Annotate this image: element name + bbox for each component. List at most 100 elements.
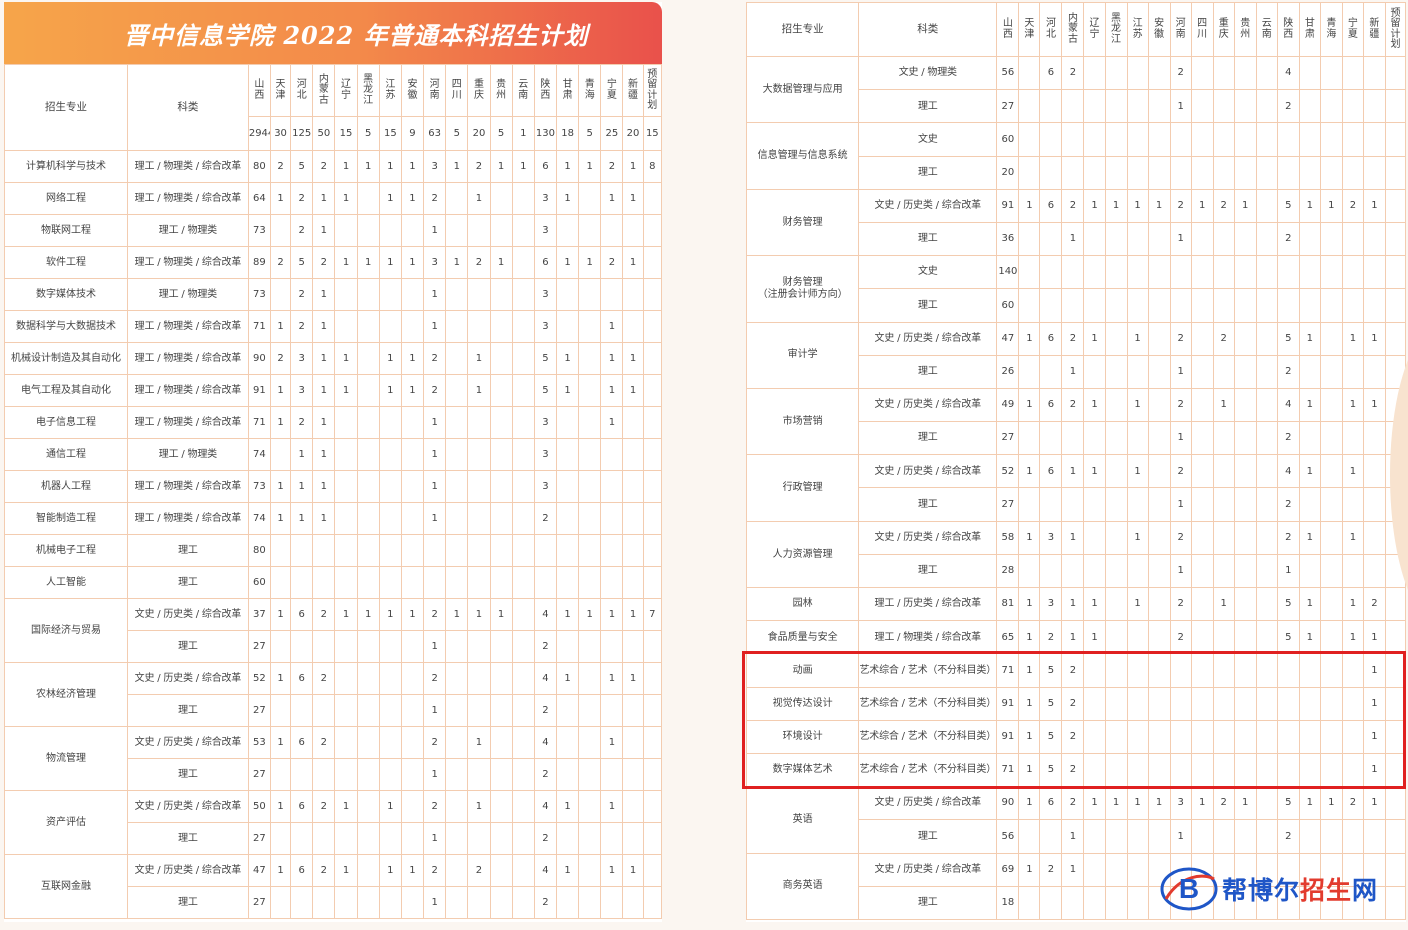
quota-cell: 73 (247, 278, 271, 311)
quota-cell (489, 406, 513, 439)
quota-cell (445, 470, 469, 503)
header-province: 江苏 (378, 64, 402, 117)
quota-cell: 73 (247, 214, 271, 247)
quota-cell: 4 (533, 662, 558, 695)
quota-cell (555, 502, 580, 535)
quota-cell: 2 (290, 182, 314, 215)
quota-cell (1212, 454, 1235, 489)
header-province: 重庆 (1212, 2, 1235, 57)
quota-cell: 49 (996, 387, 1020, 423)
quota-cell (489, 342, 513, 375)
quota-cell: 1 (1061, 354, 1085, 389)
quota-cell: 4 (1276, 454, 1300, 489)
quota-cell (334, 662, 358, 695)
quota-cell (1083, 819, 1106, 854)
header-row: 招生专业 科类 山西 天津 河北 内蒙古 辽宁 黑龙江 江苏 安徽 河南 四川 重庆 贵州 云南 陕西 甘肃 青海… (745, 2, 1407, 57)
quota-cell: 64 (247, 182, 271, 215)
quota-cell (1255, 221, 1278, 257)
quota-cell: 71 (996, 653, 1020, 688)
quota-cell (1104, 221, 1128, 257)
quota-cell (1169, 752, 1192, 788)
quota-cell (600, 822, 624, 855)
table-row: 资产评估 文史 / 历史类 / 综合改革 50 1 6 2 1 1 2 1 4 1 1 (4, 790, 663, 855)
quota-cell: 1 (1169, 487, 1192, 522)
category-cell: 文史 (858, 122, 998, 157)
major-name: 财务管理 （注册会计师方向） (745, 255, 860, 323)
quota-cell: 2 (1061, 188, 1085, 223)
quota-cell: 1 (1083, 586, 1106, 622)
quota-cell (334, 310, 358, 343)
total-cell: 15 (378, 116, 402, 151)
quota-cell (555, 886, 580, 919)
quota-cell (378, 726, 402, 759)
table-row: 机械电子工程 理工 80 (4, 534, 663, 567)
quota-cell: 1 (1341, 520, 1364, 555)
left-enrollment-table: 招生专业 科类 山西 天津 河北 内蒙古 辽宁 黑龙江 江苏 安徽 河南 四川 重庆 贵州 云南 陕西 甘肃 青海… (4, 64, 663, 919)
quota-cell: 2 (290, 278, 314, 311)
province-name: 江苏 (1132, 18, 1143, 40)
quota-cell: 3 (423, 150, 447, 183)
quota-cell (489, 662, 513, 695)
province-name: 预留计划 (1390, 7, 1401, 50)
logo-letter: B (1179, 873, 1199, 904)
quota-cell: 1 (622, 662, 644, 695)
quota-cell (578, 566, 602, 599)
quota-cell: 2 (1276, 354, 1300, 389)
brand-part-1: 帮博尔 (1222, 876, 1301, 905)
quota-cell: 2 (423, 726, 447, 759)
major-name: 商务英语 (745, 852, 860, 920)
quota-cell: 2 (1276, 487, 1300, 522)
quota-cell: 1 (1341, 586, 1364, 622)
quota-cell (1341, 487, 1364, 522)
quota-cell (1190, 487, 1214, 522)
province-name: 安徽 (1154, 18, 1165, 40)
quota-cell: 2 (1169, 55, 1192, 91)
quota-cell (1190, 354, 1214, 389)
quota-cell: 6 (533, 246, 558, 279)
quota-cell: 1 (555, 662, 580, 695)
quota-cell (445, 310, 469, 343)
quota-cell: 1 (467, 342, 491, 375)
quota-cell (356, 854, 380, 887)
quota-cell: 1 (269, 726, 292, 759)
quota-cell (290, 534, 314, 567)
quota-cell (1190, 520, 1214, 555)
quota-cell (1276, 752, 1300, 788)
quota-cell (445, 214, 469, 247)
quota-cell (1104, 89, 1128, 124)
quota-cell (511, 758, 535, 791)
quota-cell: 5 (1039, 752, 1063, 788)
quota-cell (555, 758, 580, 791)
quota-cell (511, 502, 535, 535)
quota-cell (1319, 255, 1343, 290)
quota-cell (1083, 255, 1106, 290)
quota-cell (1126, 89, 1149, 124)
quota-cell: 1 (1061, 819, 1085, 854)
quota-cell (1061, 421, 1085, 456)
province-name: 天津 (1024, 18, 1035, 40)
quota-cell (1298, 221, 1321, 257)
quota-cell (1212, 354, 1235, 389)
category-cell: 理工 (858, 288, 998, 323)
quota-cell: 1 (445, 598, 469, 631)
category-cell: 文史 / 历史类 / 综合改革 (858, 321, 998, 356)
quota-cell (1147, 620, 1171, 655)
quota-cell (1212, 421, 1235, 456)
quota-cell (400, 310, 425, 343)
quota-cell: 2 (312, 662, 336, 695)
quota-cell: 5 (533, 374, 558, 407)
quota-cell (533, 566, 558, 599)
quota-cell: 74 (247, 438, 271, 471)
category-cell: 理工 / 物理类 / 综合改革 (858, 620, 998, 655)
quota-cell (467, 214, 491, 247)
quota-cell (445, 534, 469, 567)
quota-cell: 1 (312, 374, 336, 407)
quota-cell (1104, 852, 1128, 887)
quota-cell (356, 406, 380, 439)
quota-cell (1104, 653, 1128, 688)
quota-cell (1233, 553, 1257, 589)
total-cell: 15 (334, 116, 358, 151)
quota-cell (400, 758, 425, 791)
quota-cell: 1 (600, 790, 624, 823)
quota-cell: 1 (1018, 520, 1041, 555)
